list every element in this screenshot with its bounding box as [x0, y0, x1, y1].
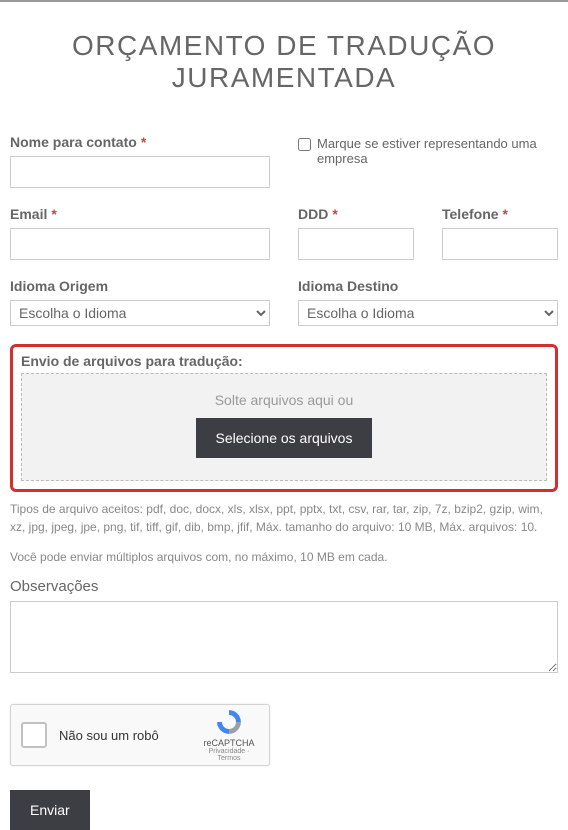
select-files-button[interactable]: Selecione os arquivos [196, 418, 373, 458]
submit-button[interactable]: Enviar [10, 790, 90, 830]
lang-dst-label: Idioma Destino [298, 278, 558, 294]
file-types-hint: Tipos de arquivo aceitos: pdf, doc, docx… [10, 500, 558, 536]
recaptcha-label: Não sou um robô [59, 728, 199, 743]
lang-dst-select[interactable]: Escolha o Idioma [298, 300, 558, 326]
name-label: Nome para contato* [10, 134, 270, 150]
company-checkbox-label: Marque se estiver representando uma empr… [317, 136, 558, 166]
phone-label: Telefone* [442, 206, 558, 222]
obs-textarea[interactable] [10, 601, 558, 673]
multi-files-hint: Você pode enviar múltiplos arquivos com,… [10, 548, 558, 566]
ddd-label: DDD* [298, 206, 414, 222]
email-input[interactable] [10, 228, 270, 260]
obs-label: Observações [10, 578, 558, 595]
page-title: ORÇAMENTO DE TRADUÇÃO JURAMENTADA [10, 30, 558, 94]
ddd-input[interactable] [298, 228, 414, 260]
upload-block: Envio de arquivos para tradução: Solte a… [10, 344, 558, 492]
phone-input[interactable] [442, 228, 558, 260]
drop-zone[interactable]: Solte arquivos aqui ou Selecione os arqu… [21, 373, 547, 481]
email-label: Email* [10, 206, 270, 222]
lang-src-select[interactable]: Escolha o Idioma [10, 300, 270, 326]
recaptcha-checkbox[interactable] [21, 722, 47, 748]
company-checkbox[interactable] [298, 138, 311, 151]
upload-label: Envio de arquivos para tradução: [21, 353, 547, 369]
recaptcha-icon [215, 708, 243, 736]
recaptcha[interactable]: Não sou um robô reCAPTCHA Privacidade · … [10, 704, 270, 766]
drop-text: Solte arquivos aqui ou [22, 392, 546, 408]
recaptcha-logo: reCAPTCHA Privacidade · Termos [199, 708, 259, 762]
name-input[interactable] [10, 156, 270, 188]
lang-src-label: Idioma Origem [10, 278, 270, 294]
